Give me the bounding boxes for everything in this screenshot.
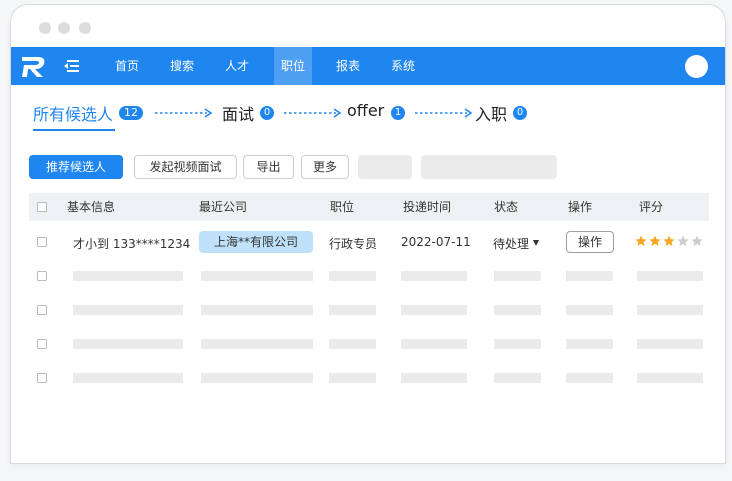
star-empty-icon[interactable] <box>677 235 689 247</box>
placeholder-cell <box>401 373 467 383</box>
window-dot <box>39 22 51 34</box>
placeholder-button <box>358 155 412 179</box>
video-interview-button[interactable]: 发起视频面试 <box>134 155 237 179</box>
more-button[interactable]: 更多 <box>301 155 349 179</box>
placeholder-cell <box>73 305 183 315</box>
column-header[interactable]: 最近公司 <box>199 193 247 221</box>
row-checkbox[interactable] <box>37 237 47 247</box>
row-checkbox[interactable] <box>37 373 47 383</box>
placeholder-cell <box>329 339 376 349</box>
placeholder-cell <box>637 305 703 315</box>
step-interview[interactable]: 面试 <box>222 101 254 125</box>
step-count-badge: 0 <box>513 106 527 120</box>
logo-icon[interactable] <box>19 51 49 81</box>
placeholder-cell <box>329 373 376 383</box>
arrow-right-icon <box>155 108 213 118</box>
title-bar <box>11 5 725 47</box>
placeholder-cell <box>201 339 313 349</box>
company-tag: 上海**有限公司 <box>199 231 313 253</box>
nav-item-search[interactable]: 搜索 <box>162 47 202 85</box>
placeholder-cell <box>637 271 703 281</box>
window-dot <box>79 22 91 34</box>
placeholder-cell <box>494 373 541 383</box>
placeholder-cell <box>401 305 467 315</box>
step-onboarded[interactable]: 入职 <box>475 101 507 125</box>
placeholder-cell <box>73 271 183 281</box>
placeholder-button <box>421 155 557 179</box>
menu-collapse-icon[interactable] <box>64 59 80 73</box>
placeholder-cell <box>494 271 541 281</box>
step-count-badge: 0 <box>260 106 274 120</box>
nav-item-system[interactable]: 系统 <box>383 47 423 85</box>
placeholder-cell <box>401 339 467 349</box>
step-offer[interactable]: offer <box>347 101 384 120</box>
action-button[interactable]: 操作 <box>566 231 614 253</box>
star-filled-icon[interactable] <box>635 235 647 247</box>
step-all-candidates[interactable]: 所有候选人 <box>33 101 113 125</box>
column-header[interactable]: 状态 <box>494 193 518 221</box>
nav-item-home[interactable]: 首页 <box>107 47 147 85</box>
recommend-candidates-button[interactable]: 推荐候选人 <box>29 155 123 179</box>
arrow-right-icon <box>284 108 342 118</box>
nav-item-reports[interactable]: 报表 <box>328 47 368 85</box>
table-header: 基本信息 最近公司 职位 投递时间 状态 操作 评分 <box>29 193 709 221</box>
active-step-underline <box>33 129 115 131</box>
star-empty-icon[interactable] <box>691 235 703 247</box>
placeholder-cell <box>566 305 613 315</box>
row-checkbox[interactable] <box>37 305 47 315</box>
select-all-checkbox[interactable] <box>37 202 47 212</box>
placeholder-cell <box>401 271 467 281</box>
placeholder-cell <box>201 373 313 383</box>
row-checkbox[interactable] <box>37 339 47 349</box>
candidate-info[interactable]: 才小到 133****1234 <box>73 235 190 252</box>
column-header[interactable]: 职位 <box>330 193 354 221</box>
step-count-badge: 1 <box>391 106 405 120</box>
placeholder-cell <box>73 373 183 383</box>
window-dot <box>58 22 70 34</box>
app-window: 首页 搜索 人才 职位 报表 系统 所有候选人 12 面试 0 offer 1 … <box>10 4 726 464</box>
placeholder-cell <box>637 339 703 349</box>
placeholder-cell <box>566 271 613 281</box>
placeholder-cell <box>637 373 703 383</box>
avatar[interactable] <box>685 55 708 78</box>
row-checkbox[interactable] <box>37 271 47 281</box>
date-cell: 2022-07-11 <box>401 235 471 249</box>
placeholder-cell <box>73 339 183 349</box>
column-header[interactable]: 操作 <box>568 193 592 221</box>
placeholder-cell <box>566 339 613 349</box>
nav-item-jobs[interactable]: 职位 <box>274 47 312 85</box>
column-header[interactable]: 基本信息 <box>67 193 115 221</box>
placeholder-cell <box>201 305 313 315</box>
placeholder-cell <box>329 271 376 281</box>
nav-item-talent[interactable]: 人才 <box>217 47 257 85</box>
placeholder-cell <box>201 271 313 281</box>
position-cell: 行政专员 <box>329 237 378 251</box>
step-count-badge: 12 <box>119 106 143 120</box>
export-button[interactable]: 导出 <box>243 155 294 179</box>
column-header[interactable]: 评分 <box>639 193 663 221</box>
placeholder-cell <box>566 373 613 383</box>
placeholder-cell <box>494 305 541 315</box>
column-header[interactable]: 投递时间 <box>403 193 451 221</box>
placeholder-cell <box>494 339 541 349</box>
star-filled-icon[interactable] <box>663 235 675 247</box>
top-navbar: 首页 搜索 人才 职位 报表 系统 <box>11 47 725 85</box>
arrow-right-icon <box>415 108 473 118</box>
chevron-down-icon[interactable] <box>533 240 539 246</box>
star-filled-icon[interactable] <box>649 235 661 247</box>
status-dropdown[interactable]: 待处理 <box>493 235 529 252</box>
placeholder-cell <box>329 305 376 315</box>
